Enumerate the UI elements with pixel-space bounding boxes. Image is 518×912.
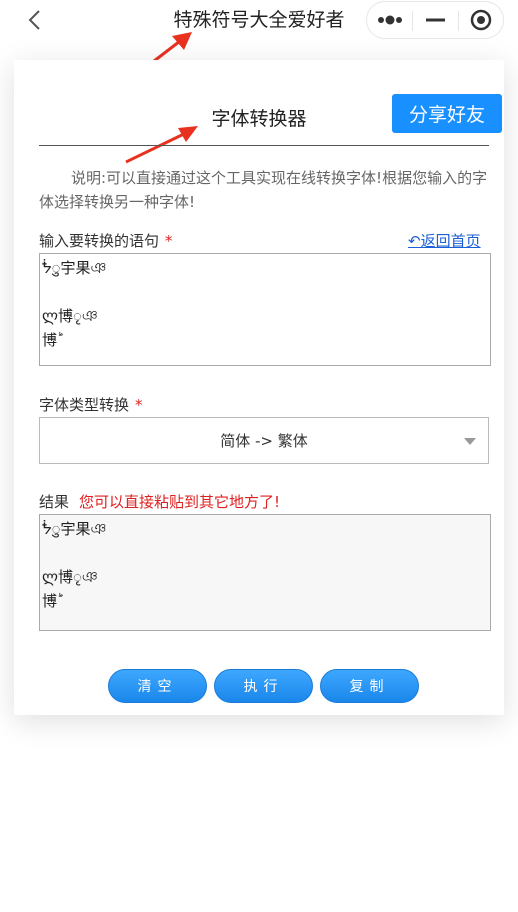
execute-button[interactable]: 执行 (214, 669, 313, 703)
title-divider (39, 145, 489, 146)
back-home-link[interactable]: ↶返回首页 (408, 230, 481, 251)
font-type-label: 字体类型转换 (39, 396, 130, 414)
page-title: 字体转换器 (211, 108, 307, 130)
more-icon[interactable] (367, 2, 412, 38)
font-type-select[interactable]: 简体 -> 繁体 (39, 417, 489, 464)
copy-button[interactable]: 复制 (320, 669, 419, 703)
dropdown-caret-icon (464, 438, 476, 445)
font-type-label-row: 字体类型转换 * (39, 394, 143, 415)
clear-button[interactable]: 清空 (108, 669, 207, 703)
result-label: 结果 (39, 493, 70, 511)
input-label-row: 输入要转换的语句 * (39, 230, 173, 251)
font-type-selected: 简体 -> 繁体 (220, 432, 308, 450)
result-textarea[interactable]: ᖭ͏͏ु宇果ঞ ლ博ृ͏ঞ 博ؕ (39, 514, 491, 631)
required-mark: * (135, 396, 143, 414)
input-label: 输入要转换的语句 (39, 232, 160, 250)
description-text: 说明:可以直接通过这个工具实现在线转换字体!根据您输入的字体选择转换另一种字体! (39, 169, 488, 211)
input-textarea[interactable]: ᖭ͏͏ु宇果ঞ ლ博ृ͏ঞ 博ؕ (39, 253, 491, 366)
result-label-row: 结果 您可以直接粘贴到其它地方了! (39, 491, 280, 512)
minimize-icon[interactable] (413, 2, 458, 38)
result-hint: 您可以直接粘贴到其它地方了! (79, 493, 281, 511)
mini-program-capsule (366, 1, 504, 39)
close-circle-icon[interactable] (459, 2, 504, 38)
required-mark: * (165, 232, 173, 250)
